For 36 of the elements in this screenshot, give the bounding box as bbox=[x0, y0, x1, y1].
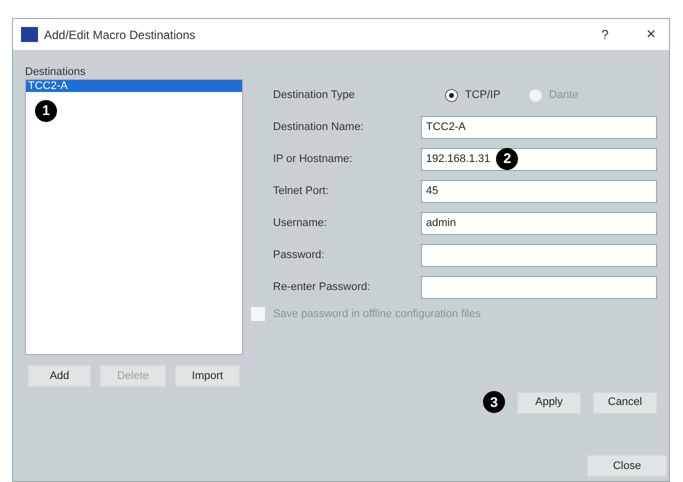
field-value: 192.168.1.31 bbox=[426, 152, 490, 167]
form-button[interactable]: Apply bbox=[517, 392, 581, 414]
radio-label: Dante bbox=[549, 88, 580, 103]
field-value: admin bbox=[426, 216, 456, 231]
input-field[interactable]: admin bbox=[421, 212, 657, 234]
callout-badge: 3 bbox=[483, 391, 505, 413]
radio-label: TCP/IP bbox=[465, 88, 502, 103]
field-label: Password: bbox=[273, 248, 326, 263]
input-field[interactable]: 192.168.1.31 2 bbox=[421, 148, 657, 170]
field-label: Re-enter Password: bbox=[273, 280, 372, 295]
input-field[interactable] bbox=[421, 244, 657, 266]
help-button[interactable]: ? bbox=[595, 24, 615, 44]
close-button[interactable]: × bbox=[641, 22, 661, 46]
close-dialog-button[interactable]: Close bbox=[587, 455, 667, 477]
field-value: 45 bbox=[426, 184, 438, 199]
radio-button[interactable] bbox=[445, 88, 458, 102]
field-label: Destination Name: bbox=[273, 120, 364, 135]
app-icon bbox=[21, 27, 38, 42]
field-label: IP or Hostname: bbox=[273, 152, 354, 167]
form-button[interactable]: Cancel bbox=[593, 392, 657, 414]
input-field[interactable]: 45 bbox=[421, 180, 657, 202]
input-field[interactable] bbox=[421, 276, 657, 298]
list-item[interactable]: TCC2-A bbox=[26, 80, 242, 92]
field-label: Destination Type bbox=[273, 88, 356, 103]
list-button[interactable]: Add bbox=[28, 365, 91, 387]
list-button[interactable]: Import bbox=[175, 365, 240, 387]
destinations-list[interactable]: TCC2-A 1 bbox=[25, 79, 243, 355]
input-field[interactable]: TCC2-A bbox=[421, 116, 657, 138]
callout-badge: 2 bbox=[496, 148, 518, 170]
field-label: Username: bbox=[273, 216, 328, 231]
callout-badge: 1 bbox=[35, 100, 57, 122]
checkbox-label: Save password in offline configuration files bbox=[273, 307, 481, 322]
field-label: Telnet Port: bbox=[273, 184, 330, 199]
list-label: Destinations bbox=[25, 65, 87, 78]
window-title: Add/Edit Macro Destinations bbox=[44, 26, 196, 44]
field-value: TCC2-A bbox=[426, 120, 466, 135]
